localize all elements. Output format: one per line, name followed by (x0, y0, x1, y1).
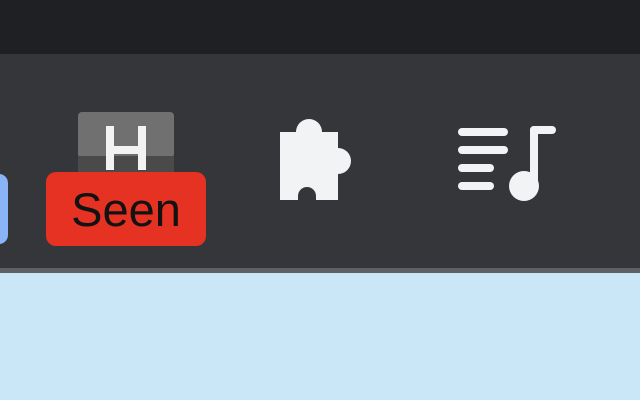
playlist-music-icon (458, 126, 556, 201)
media-control-button[interactable] (452, 114, 564, 206)
puzzle-piece-icon (280, 119, 351, 200)
h-letter-icon (78, 112, 174, 174)
seen-badge: Seen (46, 172, 206, 246)
seen-extension-button[interactable]: Seen (46, 110, 206, 246)
page-content-area (0, 273, 640, 400)
left-edge-toolbar-button[interactable] (0, 174, 8, 244)
extensions-menu-button[interactable] (266, 108, 370, 212)
window-top-strip (0, 0, 640, 54)
